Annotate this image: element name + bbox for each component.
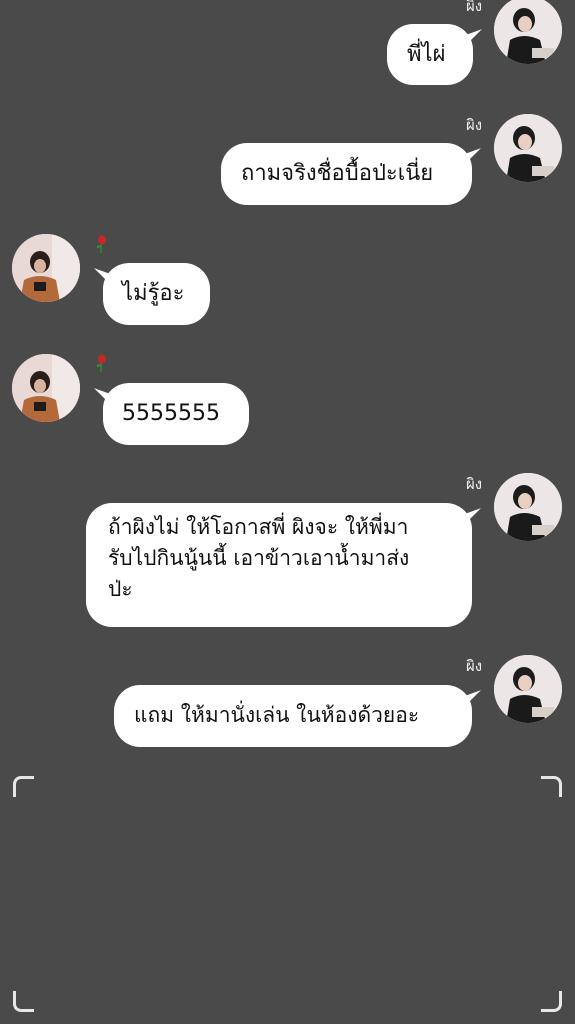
message-bubble-incoming[interactable]: 5555555 xyxy=(103,383,249,445)
message-bubble-outgoing[interactable]: พี่ไผ่ xyxy=(387,24,473,85)
avatar-image xyxy=(12,354,80,422)
avatar-sender[interactable] xyxy=(494,655,562,723)
rose-icon xyxy=(96,235,106,253)
message-bubble-outgoing[interactable]: ถามจริงชื่อบื้อป่ะเนี่ย xyxy=(221,143,472,205)
rose-icon xyxy=(96,354,106,372)
frame-corner-top-right xyxy=(541,776,562,797)
sender-name: ผิง xyxy=(466,116,483,134)
avatar-image xyxy=(494,114,562,182)
message-bubble-outgoing[interactable]: ถ้าผิงไม่ ให้โอกาสพี่ ผิงจะ ให้พี่มา รับ… xyxy=(86,503,472,627)
avatar-sender[interactable] xyxy=(494,473,562,541)
avatar-sender[interactable] xyxy=(494,0,562,64)
avatar-image xyxy=(494,655,562,723)
sender-name: ผิง xyxy=(466,657,483,675)
avatar-image xyxy=(494,0,562,64)
frame-corner-bottom-right xyxy=(541,991,562,1012)
sender-name: ผิง xyxy=(466,0,483,15)
avatar-image xyxy=(12,234,80,302)
avatar-contact[interactable] xyxy=(12,354,80,422)
avatar-contact[interactable] xyxy=(12,234,80,302)
message-bubble-outgoing[interactable]: แถม ให้มานั่งเล่น ในห้องด้วยอะ xyxy=(114,685,472,747)
frame-corner-top-left xyxy=(13,776,34,797)
message-bubble-incoming[interactable]: ไม่รู้อะ xyxy=(103,263,210,325)
avatar-sender[interactable] xyxy=(494,114,562,182)
frame-corner-bottom-left xyxy=(13,991,34,1012)
sender-name: ผิง xyxy=(466,475,483,493)
avatar-image xyxy=(494,473,562,541)
